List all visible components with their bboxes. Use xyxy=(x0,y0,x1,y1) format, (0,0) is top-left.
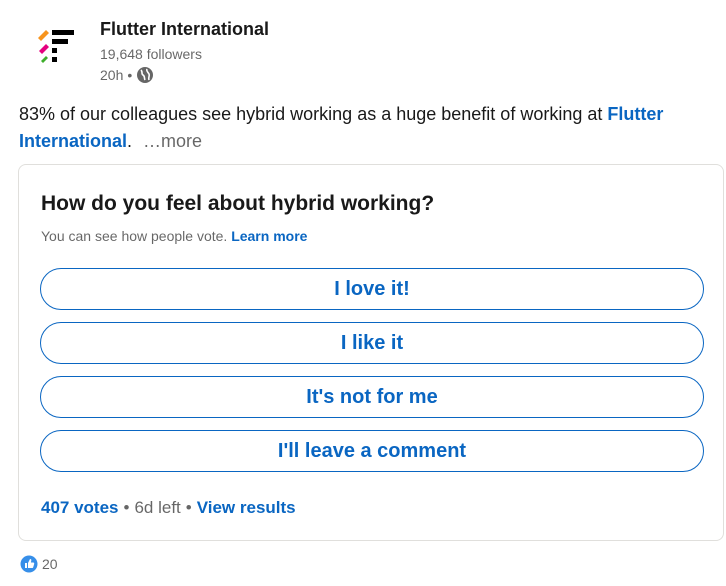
company-logo[interactable] xyxy=(24,16,88,80)
learn-more-link[interactable]: Learn more xyxy=(231,228,307,244)
see-more-button[interactable]: …more xyxy=(143,131,202,151)
company-name[interactable]: Flutter International xyxy=(100,19,269,40)
poll-visibility-note: You can see how people vote. Learn more xyxy=(41,228,307,244)
feed-post: Flutter International 19,648 followers 2… xyxy=(0,0,726,586)
post-text-body: 83% of our colleagues see hybrid working… xyxy=(19,104,603,124)
reactions-summary[interactable]: 20 xyxy=(20,555,58,573)
globe-icon xyxy=(137,67,154,83)
poll-time-left: 6d left xyxy=(134,498,181,517)
poll-question: How do you feel about hybrid working? xyxy=(41,192,435,215)
flutter-logo-icon xyxy=(38,30,74,63)
footer-separator: • xyxy=(123,498,130,517)
follower-count: 19,648 followers xyxy=(100,46,202,62)
meta-separator: • xyxy=(127,67,133,83)
footer-separator: • xyxy=(185,498,192,517)
poll-option-not-for-me[interactable]: It's not for me xyxy=(40,376,704,418)
post-meta: 20h • xyxy=(100,66,154,84)
vote-count-link[interactable]: 407 votes xyxy=(41,498,119,518)
poll-visibility-text: You can see how people vote. xyxy=(41,228,228,244)
like-icon xyxy=(20,555,38,573)
poll-card: How do you feel about hybrid working? Yo… xyxy=(18,164,724,541)
reaction-count: 20 xyxy=(42,556,58,572)
post-text-end: . xyxy=(127,131,133,151)
poll-footer: 407 votes • 6d left • View results xyxy=(41,498,296,518)
post-text: 83% of our colleagues see hybrid working… xyxy=(19,101,709,155)
poll-option-like[interactable]: I like it xyxy=(40,322,704,364)
post-time: 20h xyxy=(100,67,124,83)
poll-option-comment[interactable]: I'll leave a comment xyxy=(40,430,704,472)
view-results-button[interactable]: View results xyxy=(197,498,296,518)
poll-option-love[interactable]: I love it! xyxy=(40,268,704,310)
